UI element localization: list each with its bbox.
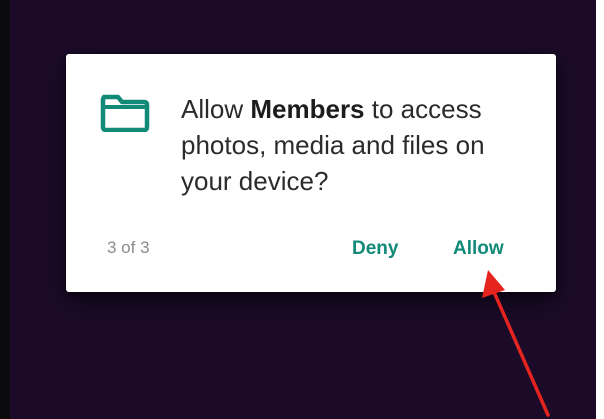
- allow-button[interactable]: Allow: [451, 234, 506, 264]
- permission-message: Allow Members to access photos, media an…: [181, 91, 541, 199]
- app-name: Members: [250, 94, 365, 124]
- request-counter: 3 of 3: [107, 238, 150, 257]
- deny-button[interactable]: Deny: [350, 234, 400, 264]
- device-frame-right: [596, 0, 604, 419]
- folder-icon: [100, 94, 150, 132]
- message-prefix: Allow: [181, 94, 251, 124]
- device-frame-left: [0, 0, 10, 419]
- permission-dialog: Allow Members to access photos, media an…: [66, 54, 556, 292]
